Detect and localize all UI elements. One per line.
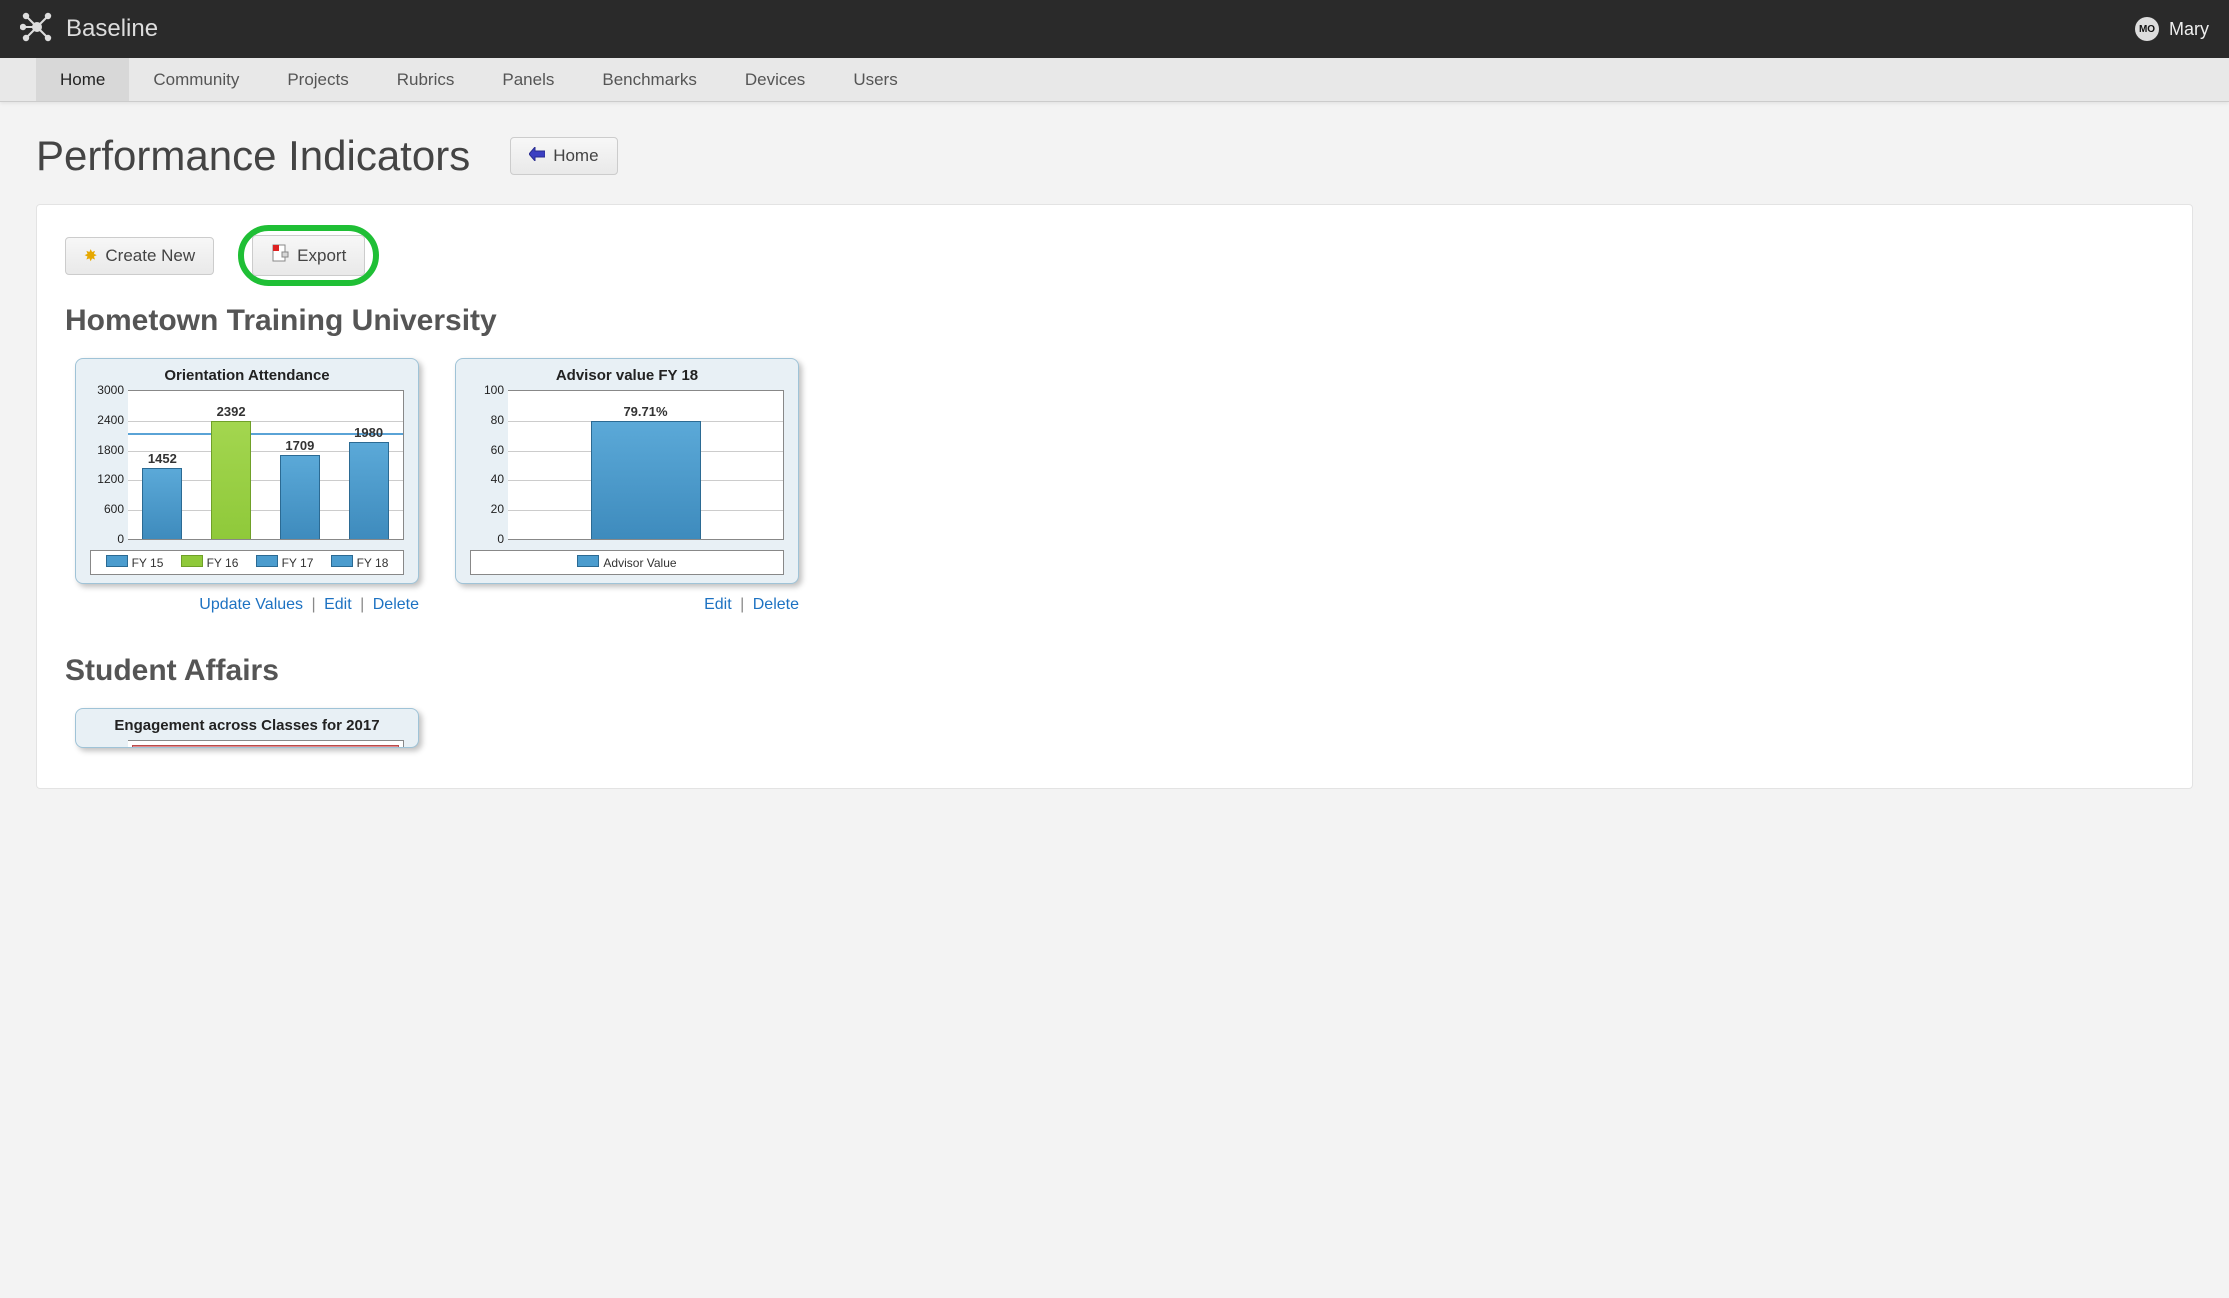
main-panel: ✸ Create New Export Hometown Training Un… [36, 204, 2193, 789]
nav-label: Rubrics [397, 70, 455, 90]
brand[interactable]: Baseline [20, 10, 158, 49]
update-values-link[interactable]: Update Values [199, 596, 303, 613]
export-label: Export [297, 246, 346, 266]
bar-value: 2392 [217, 404, 246, 419]
create-new-button[interactable]: ✸ Create New [65, 237, 214, 275]
legend-item: FY 16 [207, 556, 239, 570]
user-menu[interactable]: MO Mary [2135, 17, 2209, 41]
topbar: Baseline MO Mary [0, 0, 2229, 58]
delete-link[interactable]: Delete [753, 596, 799, 613]
bar-fy15: 1452 [142, 468, 182, 540]
nav-label: Devices [745, 70, 805, 90]
nav-benchmarks[interactable]: Benchmarks [578, 58, 720, 101]
new-icon: ✸ [84, 246, 97, 266]
y-axis-ticks: 100 80 60 40 20 0 [464, 383, 504, 546]
legend-item: FY 18 [357, 556, 389, 570]
card-advisor-value: Advisor value FY 18 100 80 60 40 20 0 [455, 358, 799, 584]
legend-item: FY 17 [282, 556, 314, 570]
y-axis-ticks: 3000 2400 1800 1200 600 0 [84, 383, 124, 546]
nav-community[interactable]: Community [129, 58, 263, 101]
nav-label: Panels [502, 70, 554, 90]
nav-label: Benchmarks [602, 70, 696, 90]
y-tick: 1800 [84, 443, 124, 457]
y-tick: 1200 [84, 472, 124, 486]
nav-rubrics[interactable]: Rubrics [373, 58, 479, 101]
nav-label: Projects [287, 70, 348, 90]
y-tick: 60 [464, 443, 504, 457]
chart-plot-area: 100 80 60 40 20 0 79.71% [508, 390, 784, 540]
card-actions: Update Values | Edit | Delete [75, 596, 419, 614]
export-button[interactable]: Export [252, 235, 365, 276]
nav-users[interactable]: Users [829, 58, 921, 101]
y-tick: 100 [464, 383, 504, 397]
edit-link[interactable]: Edit [324, 596, 352, 613]
create-new-label: Create New [105, 246, 195, 266]
bar-value: 1709 [285, 438, 314, 453]
network-icon [20, 10, 54, 49]
y-tick: 600 [84, 502, 124, 516]
bar-fy18: 1980 [349, 442, 389, 540]
nav-projects[interactable]: Projects [263, 58, 372, 101]
y-tick: 80 [464, 413, 504, 427]
pdf-icon [271, 244, 289, 267]
y-tick: 0 [84, 532, 124, 546]
chart-title: Orientation Attendance [84, 367, 410, 384]
y-tick: 3000 [84, 383, 124, 397]
bar-fy17: 1709 [280, 455, 320, 540]
home-button-label: Home [553, 146, 598, 166]
nav-label: Community [153, 70, 239, 90]
chart-title: Advisor value FY 18 [464, 367, 790, 384]
card-actions: Edit | Delete [455, 596, 799, 614]
bar-partial [132, 745, 399, 748]
legend-item: FY 15 [132, 556, 164, 570]
y-tick: 2400 [84, 413, 124, 427]
arrow-left-icon [529, 146, 545, 166]
export-highlight-annotation: Export [238, 225, 379, 286]
section-hometown-title: Hometown Training University [65, 304, 2164, 338]
bar-advisor-value: 79.71% [591, 421, 701, 540]
edit-link[interactable]: Edit [704, 596, 732, 613]
bar-value: 1980 [354, 425, 383, 440]
chart-legend: Advisor Value [470, 550, 784, 575]
app-name: Baseline [66, 15, 158, 43]
main-nav: Home Community Projects Rubrics Panels B… [0, 58, 2229, 102]
card-orientation-attendance: Orientation Attendance 3000 2400 1800 12… [75, 358, 419, 584]
bar-value: 79.71% [623, 404, 667, 419]
nav-home[interactable]: Home [36, 58, 129, 101]
home-button[interactable]: Home [510, 137, 617, 175]
legend-item: Advisor Value [603, 556, 676, 570]
y-tick: 0 [464, 532, 504, 546]
bar-fy16: 2392 [211, 421, 251, 540]
y-tick: 40 [464, 472, 504, 486]
card-engagement-classes: Engagement across Classes for 2017 [75, 708, 419, 748]
user-initials-badge: MO [2135, 17, 2159, 41]
user-name: Mary [2169, 19, 2209, 40]
bar-value: 1452 [148, 451, 177, 466]
nav-devices[interactable]: Devices [721, 58, 829, 101]
chart-legend: FY 15 FY 16 FY 17 FY 18 [90, 550, 404, 575]
section-student-affairs-title: Student Affairs [65, 654, 2164, 688]
nav-label: Users [853, 70, 897, 90]
page-title: Performance Indicators [36, 132, 470, 180]
y-tick: 20 [464, 502, 504, 516]
chart-plot-area: 3000 2400 1800 1200 600 0 [128, 390, 404, 540]
delete-link[interactable]: Delete [373, 596, 419, 613]
nav-label: Home [60, 70, 105, 90]
chart-title: Engagement across Classes for 2017 [84, 717, 410, 734]
nav-panels[interactable]: Panels [478, 58, 578, 101]
